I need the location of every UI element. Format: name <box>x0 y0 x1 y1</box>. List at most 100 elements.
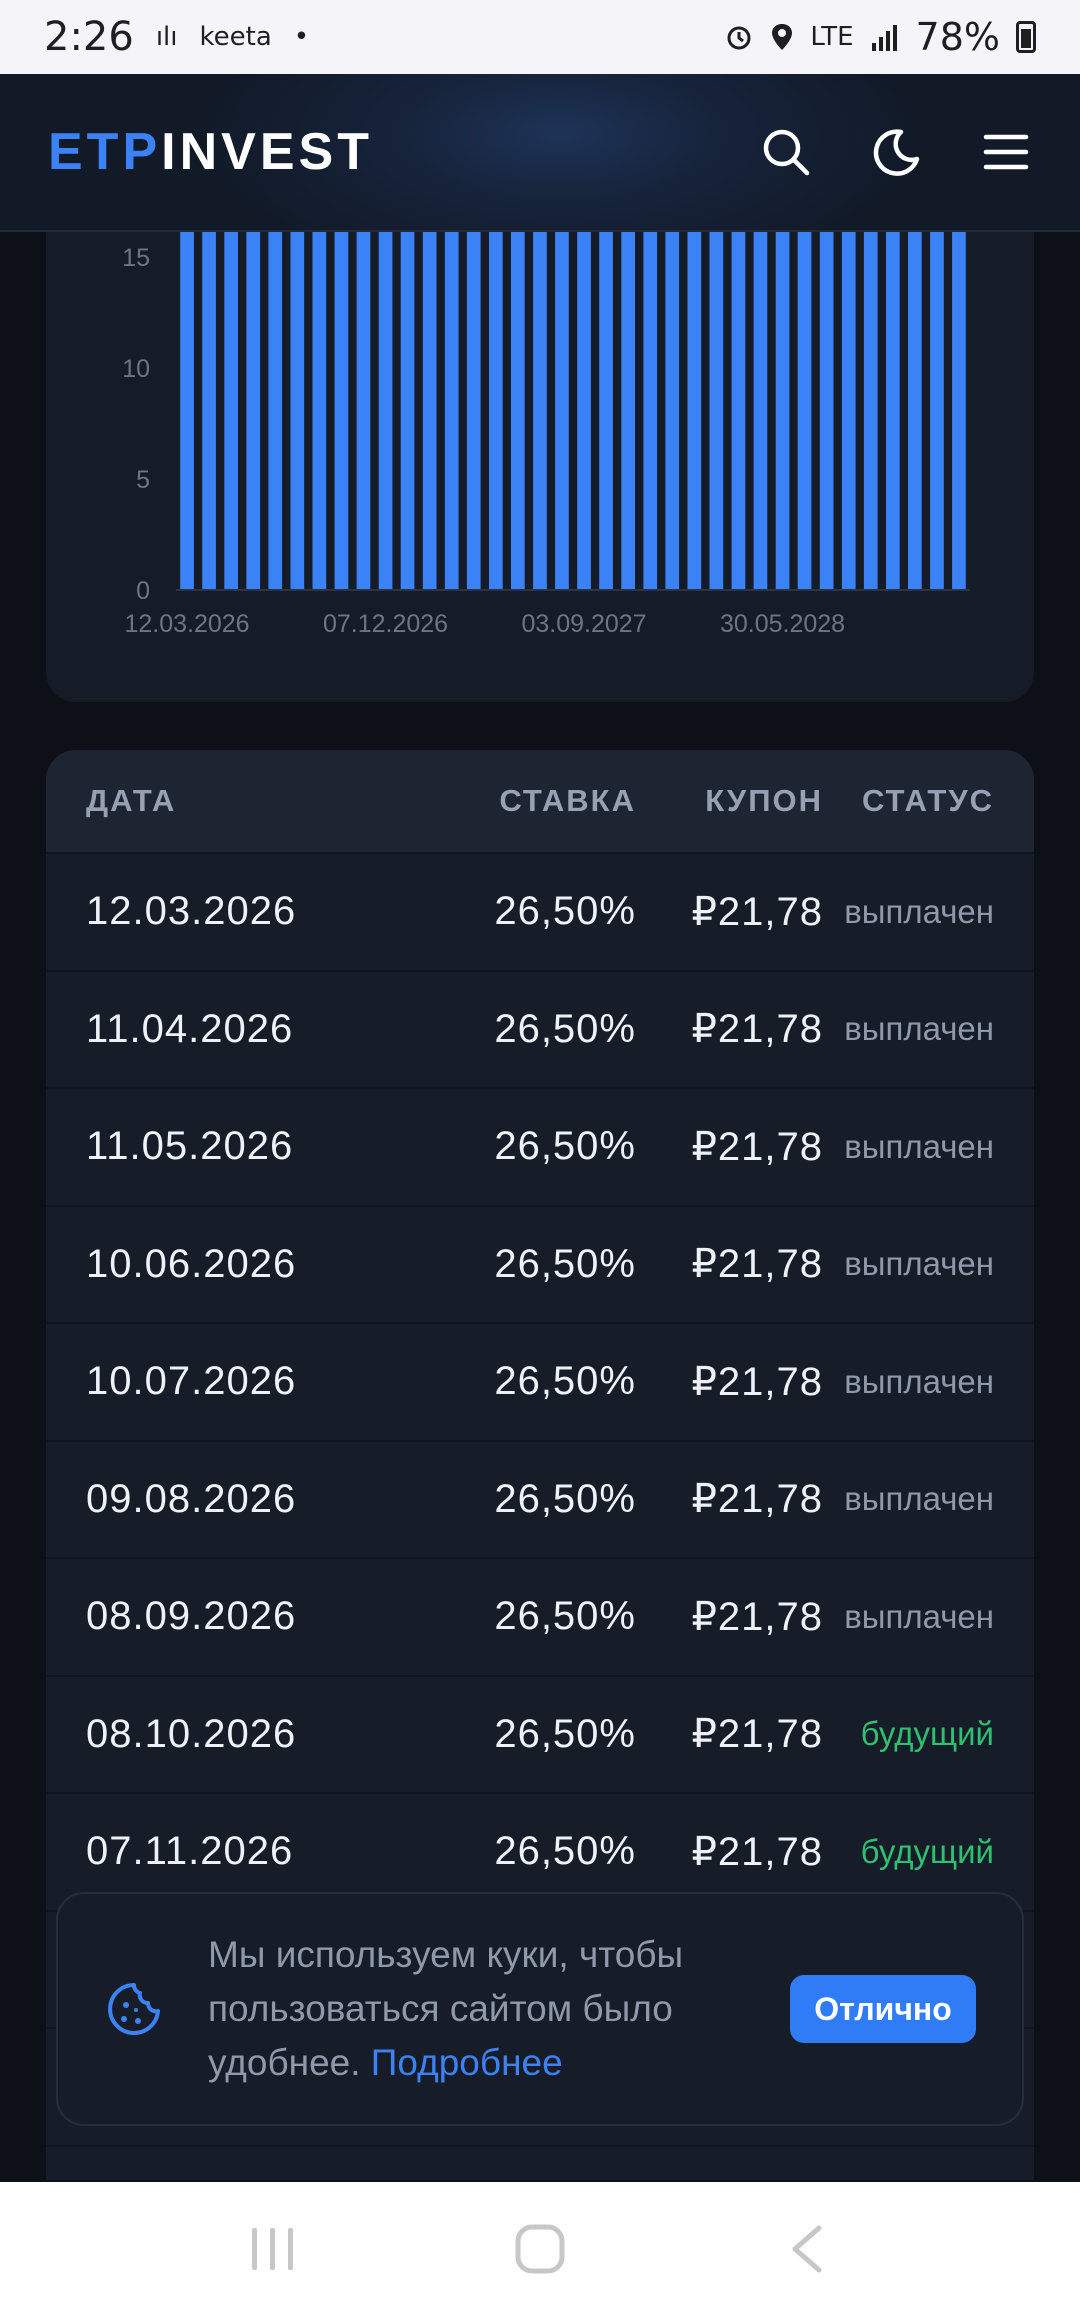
chart-bar[interactable] <box>202 232 216 590</box>
system-nav-bar <box>0 2182 1080 2316</box>
back-button[interactable] <box>767 2209 847 2289</box>
column-header-coupon[interactable]: КУПОН <box>636 783 823 819</box>
table-header: ДАТА СТАВКА КУПОН СТАТУС <box>46 750 1034 854</box>
cell-coupon: ₽21,78 <box>691 1242 823 1287</box>
chart-bar[interactable] <box>819 232 834 590</box>
chart-bar[interactable] <box>577 232 591 590</box>
chart-bar[interactable] <box>400 232 415 590</box>
chart-bar[interactable] <box>290 232 305 590</box>
cell-status: выплачен <box>844 1362 994 1400</box>
cell-status: будущий <box>860 1832 994 1870</box>
cell-date: 10.06.2026 <box>86 1241 297 1286</box>
cell-status: выплачен <box>844 1127 994 1165</box>
x-tick-label: 03.09.2027 <box>521 610 646 638</box>
cell-date: 09.08.2026 <box>86 1476 297 1521</box>
chart-bar[interactable] <box>268 232 283 590</box>
cell-rate: 26,50% <box>494 1711 636 1756</box>
cookie-more-link[interactable]: Подробнее <box>371 2042 563 2083</box>
chart-bar[interactable] <box>731 232 746 590</box>
chart-bar[interactable] <box>930 232 944 590</box>
chart-bar[interactable] <box>466 232 481 590</box>
chart-bar[interactable] <box>246 232 261 590</box>
chart-bar[interactable] <box>511 232 525 590</box>
chart-bar[interactable] <box>444 232 459 590</box>
column-header-rate[interactable]: СТАВКА <box>406 783 636 819</box>
site-header: ETPINVEST <box>0 74 1080 232</box>
chart-bar[interactable] <box>533 232 547 590</box>
cell-rate: 26,50% <box>494 1829 636 1874</box>
chart-bar[interactable] <box>886 232 900 590</box>
chart-bar[interactable] <box>422 232 437 590</box>
alarm-icon <box>727 26 751 50</box>
table-row: 11.04.2026 26,50% ₽21,78 выплачен <box>46 972 1034 1089</box>
chart-bar[interactable] <box>224 232 238 590</box>
cell-coupon: ₽21,78 <box>691 1594 823 1639</box>
y-tick-label: 5 <box>136 466 150 494</box>
chart-bar[interactable] <box>180 232 194 590</box>
chart-bar[interactable] <box>643 232 658 590</box>
battery-icon <box>1016 21 1036 53</box>
cell-rate: 26,50% <box>494 1241 636 1286</box>
chart-bar[interactable] <box>797 232 812 590</box>
cell-date: 08.09.2026 <box>86 1594 297 1639</box>
menu-icon[interactable] <box>980 126 1032 178</box>
chart-bar[interactable] <box>378 232 393 590</box>
chart-bar[interactable] <box>908 232 922 590</box>
cell-status: выплачен <box>844 892 994 930</box>
column-header-status[interactable]: СТАТУС <box>823 783 994 819</box>
chart-bar[interactable] <box>489 232 503 590</box>
cell-rate: 26,50% <box>494 1006 636 1051</box>
chart-bar[interactable] <box>621 232 635 590</box>
cell-date: 10.07.2026 <box>86 1359 297 1404</box>
more-notifications-dot: • <box>293 22 310 52</box>
cell-status: будущий <box>860 1715 994 1753</box>
cell-status: выплачен <box>844 1010 994 1048</box>
chart-bar[interactable] <box>599 232 613 590</box>
chart-bar[interactable] <box>775 232 790 590</box>
cell-rate: 26,50% <box>494 1594 636 1639</box>
signal-bars-notification-icon: ılı <box>155 22 178 52</box>
cookie-banner: Мы используем куки, чтобы пользоваться с… <box>56 1892 1024 2126</box>
chart-bar[interactable] <box>356 232 371 590</box>
search-icon[interactable] <box>760 126 812 178</box>
cookie-accept-button[interactable]: Отлично <box>790 1975 976 2043</box>
cell-coupon: ₽21,78 <box>691 889 823 934</box>
chart-bar[interactable] <box>863 232 878 590</box>
chart-bar[interactable] <box>555 232 569 590</box>
chart-bar[interactable] <box>665 232 680 590</box>
home-button[interactable] <box>500 2209 580 2289</box>
chart-bar[interactable] <box>952 232 966 590</box>
table-row: 09.08.2026 26,50% ₽21,78 выплачен <box>46 1442 1034 1559</box>
recent-apps-button[interactable] <box>233 2209 313 2289</box>
cell-status: выплачен <box>844 1245 994 1283</box>
chart-bar[interactable] <box>312 232 327 590</box>
logo[interactable]: ETPINVEST <box>48 122 373 182</box>
table-row: 12.03.2026 26,50% ₽21,78 выплачен <box>46 854 1034 972</box>
column-header-date[interactable]: ДАТА <box>86 783 406 819</box>
y-tick-label: 10 <box>122 355 150 383</box>
coupon-bar-chart: 0 5 10 15 12.03.2026 07.12.2026 03.09.2027 30.0… <box>122 232 970 638</box>
x-tick-label: 12.03.2026 <box>124 610 249 638</box>
cell-coupon: ₽21,78 <box>691 1359 823 1404</box>
table-row: 10.06.2026 26,50% ₽21,78 выплачен <box>46 1207 1034 1324</box>
y-tick-label: 15 <box>122 244 150 272</box>
chart-bar[interactable] <box>753 232 768 590</box>
cell-rate: 26,50% <box>494 889 636 934</box>
cell-coupon: ₽21,78 <box>691 1829 823 1874</box>
chart-bar[interactable] <box>841 232 856 590</box>
table-row: 08.10.2026 26,50% ₽21,78 будущий <box>46 1677 1034 1794</box>
moon-icon[interactable] <box>870 126 922 178</box>
cell-coupon: ₽21,78 <box>691 1477 823 1522</box>
chart-bar[interactable] <box>334 232 349 590</box>
cell-signal-icon <box>871 25 897 51</box>
cell-date: 11.04.2026 <box>86 1006 294 1051</box>
cell-status: выплачен <box>844 1480 994 1518</box>
cell-rate: 26,50% <box>494 1359 636 1404</box>
chart-bar[interactable] <box>687 232 702 590</box>
battery-percent: 78% <box>915 15 1000 59</box>
table-row: 08.09.2026 26,50% ₽21,78 выплачен <box>46 1559 1034 1677</box>
chart-bar[interactable] <box>709 232 724 590</box>
cell-date: 07.11.2026 <box>86 1829 294 1874</box>
network-type: LTE <box>810 22 854 52</box>
x-tick-label: 07.12.2026 <box>323 610 448 638</box>
